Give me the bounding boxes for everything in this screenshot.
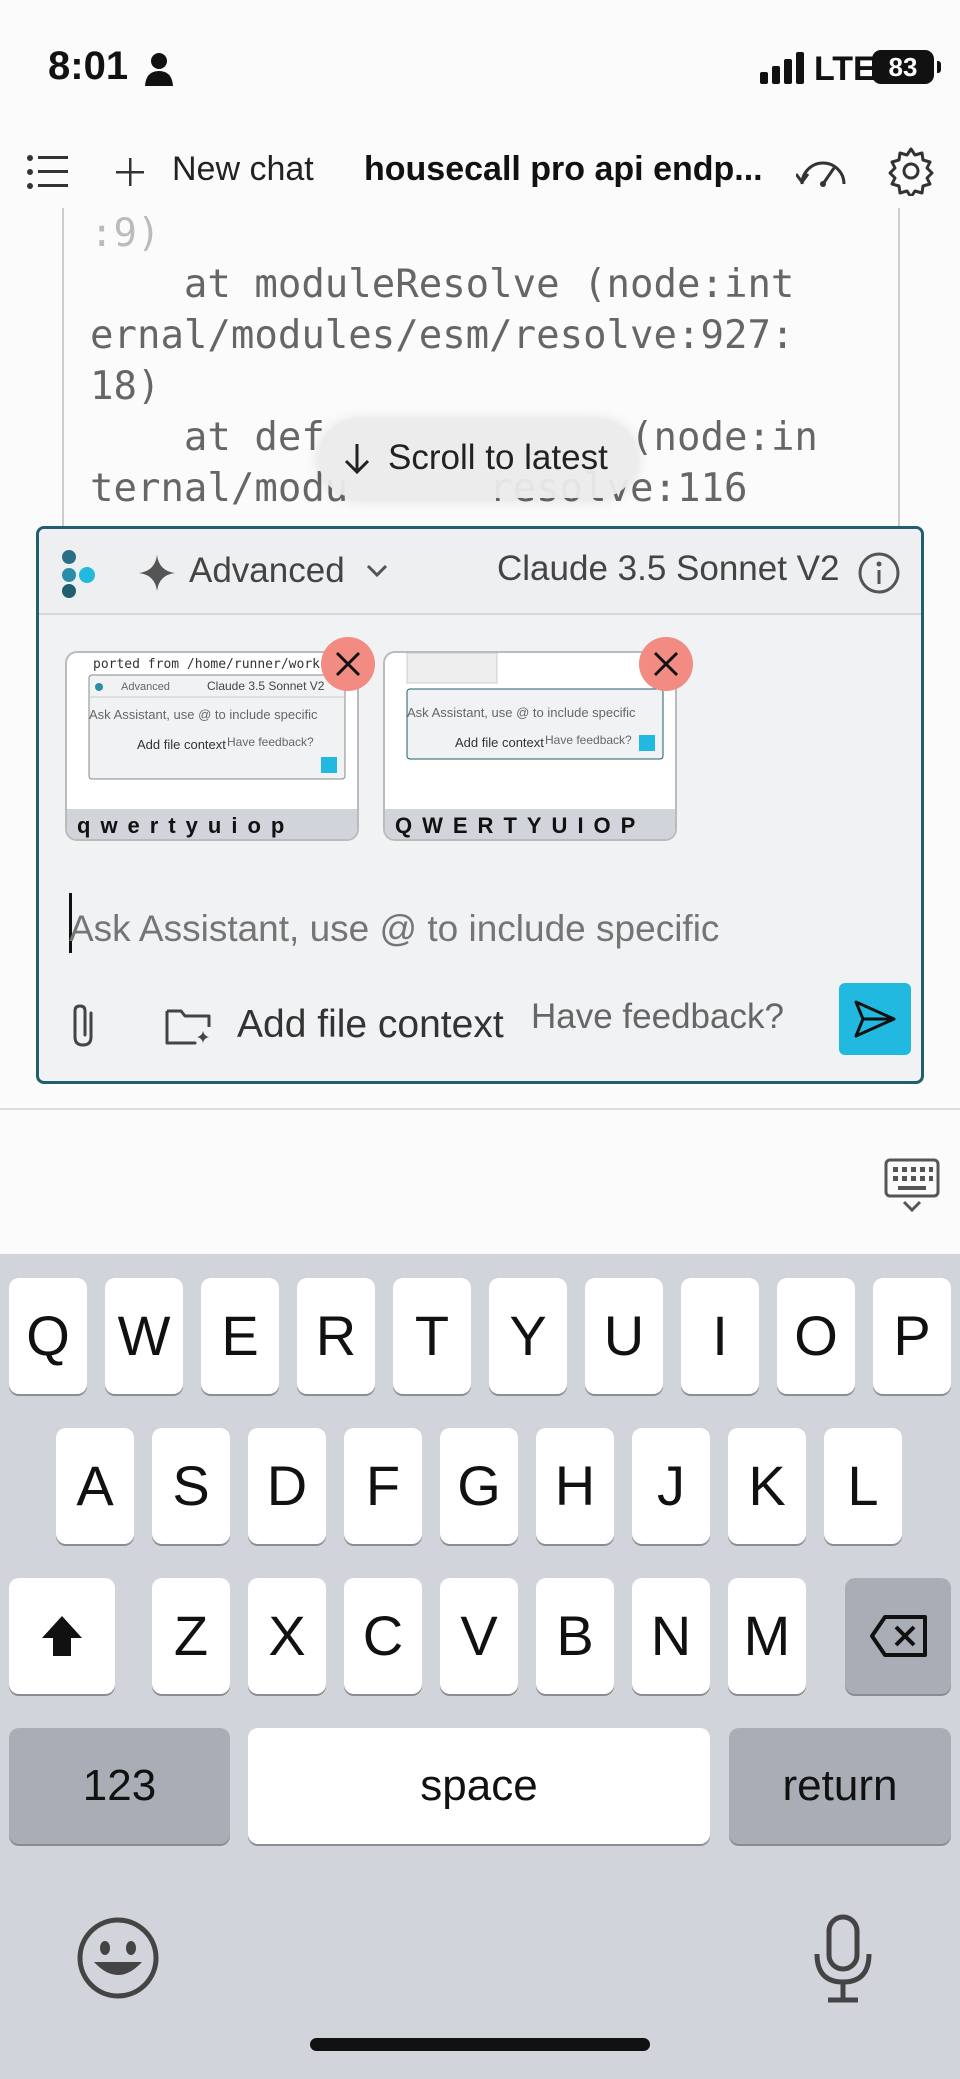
- chat-toolbar: New chat housecall pro api endp...: [0, 140, 960, 202]
- backspace-icon: [870, 1615, 927, 1657]
- key-h[interactable]: H: [536, 1428, 614, 1544]
- key-b[interactable]: B: [536, 1578, 614, 1694]
- chevron-down-icon[interactable]: [365, 563, 389, 579]
- key-m[interactable]: M: [728, 1578, 806, 1694]
- key-q[interactable]: Q: [9, 1278, 87, 1394]
- code-line: :9): [90, 211, 161, 256]
- key-t[interactable]: T: [393, 1278, 471, 1394]
- network-type: LTE: [814, 50, 876, 88]
- key-y[interactable]: Y: [489, 1278, 567, 1394]
- scroll-to-latest-label: Scroll to latest: [388, 438, 608, 477]
- code-line: ernal/modules/esm/resolve:927:: [90, 313, 795, 358]
- status-bar: 8:01 LTE 83: [0, 0, 960, 140]
- code-line: (node:in: [630, 415, 818, 460]
- home-indicator: [310, 2038, 650, 2051]
- code-line: at moduleResolve (node:int: [90, 262, 795, 307]
- divider: [0, 1108, 960, 1110]
- thumb-model-label: Claude 3.5 Sonnet V2: [207, 679, 325, 693]
- send-button[interactable]: [839, 983, 911, 1055]
- composer-header: Advanced Claude 3.5 Sonnet V2: [39, 529, 921, 615]
- model-selector[interactable]: Claude 3.5 Sonnet V2: [497, 549, 839, 589]
- scroll-to-latest-button[interactable]: Scroll to latest: [318, 418, 638, 498]
- key-j[interactable]: J: [632, 1428, 710, 1544]
- key-s[interactable]: S: [152, 1428, 230, 1544]
- remove-attachment-button[interactable]: [639, 637, 693, 691]
- shift-arrow-icon: [42, 1616, 82, 1656]
- sparkle-icon: [139, 555, 175, 591]
- thumb-placeholder: Ask Assistant, use @ to include specific: [89, 707, 318, 722]
- key-d[interactable]: D: [248, 1428, 326, 1544]
- space-key[interactable]: space: [248, 1728, 710, 1844]
- onscreen-keyboard: Q W E R T Y U I O P A S D F G H J K L Z …: [0, 1254, 960, 2079]
- thumb-file-context: Add file context: [137, 737, 226, 752]
- key-g[interactable]: G: [440, 1428, 518, 1544]
- thumb-file-context: Add file context: [455, 735, 544, 750]
- key-n[interactable]: N: [632, 1578, 710, 1694]
- emoji-icon[interactable]: [76, 1916, 160, 2000]
- close-icon: [335, 651, 361, 677]
- gear-icon[interactable]: [886, 146, 936, 196]
- code-line: 18): [90, 364, 161, 409]
- numbers-key[interactable]: 123: [9, 1728, 230, 1844]
- code-line: at def: [90, 415, 325, 460]
- code-line: ternal/modu: [90, 466, 349, 511]
- key-x[interactable]: X: [248, 1578, 326, 1694]
- folder-add-icon[interactable]: [165, 1005, 213, 1047]
- list-menu-icon[interactable]: [26, 152, 70, 192]
- thumb-feedback: Have feedback?: [545, 733, 632, 747]
- arrow-down-icon: [344, 444, 370, 475]
- key-i[interactable]: I: [681, 1278, 759, 1394]
- key-v[interactable]: V: [440, 1578, 518, 1694]
- person-icon: [145, 53, 173, 86]
- mode-dropdown[interactable]: Advanced: [189, 551, 345, 591]
- add-file-context-button[interactable]: Add file context: [237, 1003, 504, 1047]
- key-a[interactable]: A: [56, 1428, 134, 1544]
- microphone-icon[interactable]: [812, 1914, 874, 2004]
- message-composer: Advanced Claude 3.5 Sonnet V2 ported fro…: [36, 526, 924, 1084]
- key-o[interactable]: O: [777, 1278, 855, 1394]
- feedback-link[interactable]: Have feedback?: [531, 997, 784, 1037]
- battery-icon: 83: [872, 50, 941, 84]
- speedometer-icon[interactable]: [796, 150, 850, 194]
- key-e[interactable]: E: [201, 1278, 279, 1394]
- chat-title[interactable]: housecall pro api endp...: [364, 150, 763, 189]
- shift-key[interactable]: [9, 1578, 115, 1694]
- info-icon[interactable]: [857, 551, 901, 595]
- new-chat-button[interactable]: New chat: [172, 150, 314, 189]
- thumb-keyboard-row: qwertyuiop: [67, 809, 357, 839]
- thumb-code-text: ported from /home/runner/works: [93, 657, 328, 672]
- key-k[interactable]: K: [728, 1428, 806, 1544]
- return-key[interactable]: return: [729, 1728, 951, 1844]
- keyboard-hide-icon[interactable]: [884, 1158, 940, 1214]
- cellular-signal-icon: [760, 52, 804, 84]
- send-icon: [854, 1000, 896, 1038]
- remove-attachment-button[interactable]: [321, 637, 375, 691]
- attachment-thumbnail[interactable]: ported from /home/runner/works Advanced …: [65, 651, 359, 841]
- paperclip-icon[interactable]: [67, 1003, 101, 1049]
- key-w[interactable]: W: [105, 1278, 183, 1394]
- thumb-mode-label: Advanced: [121, 681, 170, 693]
- status-time: 8:01: [48, 44, 129, 88]
- key-f[interactable]: F: [344, 1428, 422, 1544]
- key-r[interactable]: R: [297, 1278, 375, 1394]
- thumb-keyboard-row: QWERTYUIOP: [385, 809, 675, 839]
- key-u[interactable]: U: [585, 1278, 663, 1394]
- key-c[interactable]: C: [344, 1578, 422, 1694]
- close-icon: [653, 651, 679, 677]
- key-z[interactable]: Z: [152, 1578, 230, 1694]
- plus-icon[interactable]: [114, 156, 146, 188]
- key-p[interactable]: P: [873, 1278, 951, 1394]
- key-l[interactable]: L: [824, 1428, 902, 1544]
- message-input[interactable]: [69, 899, 899, 959]
- attachment-thumbnail[interactable]: Ask Assistant, use @ to include specific…: [383, 651, 677, 841]
- thumb-placeholder: Ask Assistant, use @ to include specific: [407, 705, 636, 720]
- backspace-key[interactable]: [845, 1578, 951, 1694]
- thumb-feedback: Have feedback?: [227, 735, 314, 749]
- assistant-logo-icon: [62, 550, 95, 598]
